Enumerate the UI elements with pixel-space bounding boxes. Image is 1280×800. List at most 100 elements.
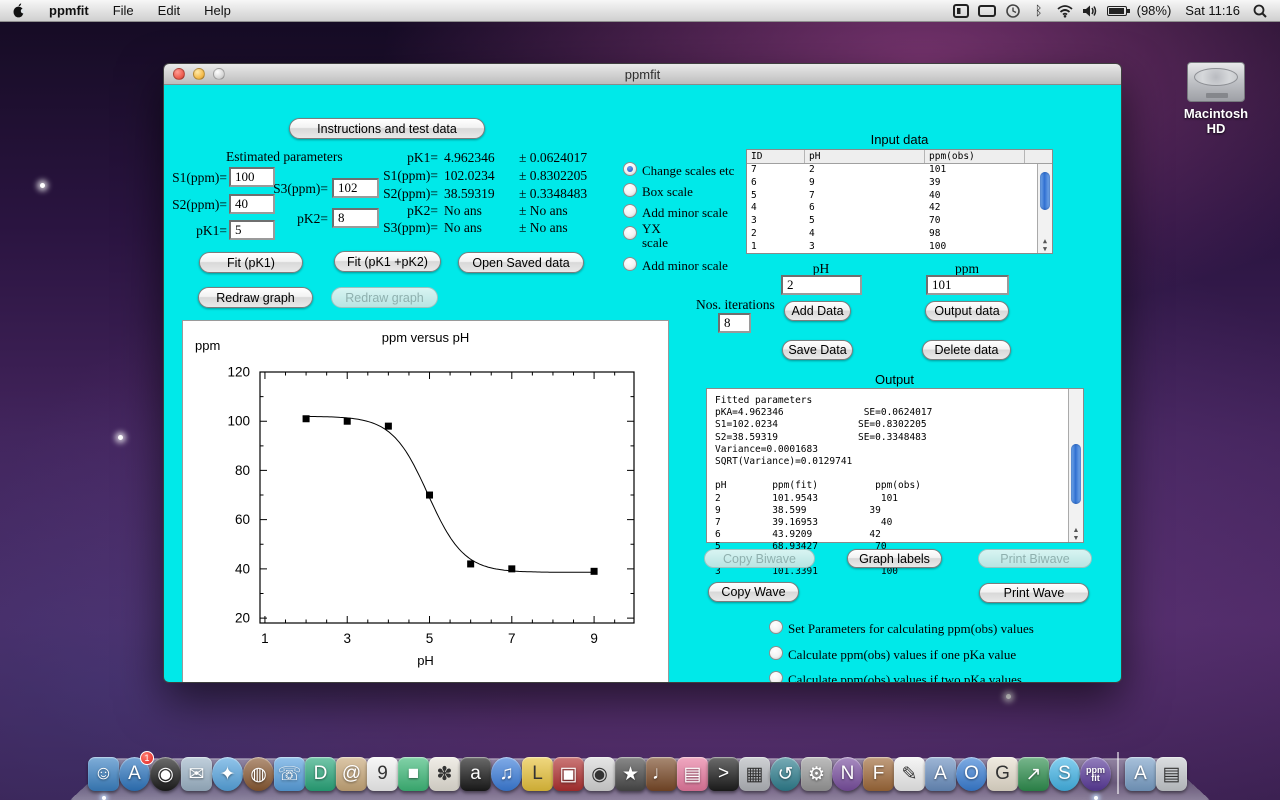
- table-cell: 1: [751, 240, 757, 252]
- radio-add-minor-scale-2-label: Add minor scale: [642, 258, 728, 273]
- table-row[interactable]: 3 5 70: [747, 215, 1052, 228]
- dock-collage-app-icon[interactable]: ▤: [677, 754, 708, 794]
- iterations-input[interactable]: [718, 313, 751, 333]
- fit-pk1-button[interactable]: Fit (pK1): [199, 252, 303, 273]
- dock-applications-folder-icon[interactable]: A: [1125, 754, 1156, 794]
- menu-edit[interactable]: Edit: [146, 0, 192, 22]
- table-scrollbar[interactable]: ▲ ▼: [1037, 164, 1052, 253]
- radio-calc-two-pka-label: Calculate ppm(obs) values if two pKa val…: [788, 672, 1022, 683]
- radio-change-scales[interactable]: [623, 162, 637, 176]
- time-machine-icon[interactable]: [1003, 2, 1023, 20]
- dock-grapher-app-icon[interactable]: ↗: [1018, 754, 1049, 794]
- ph-entry-input[interactable]: [781, 275, 862, 295]
- dock-ichat-icon[interactable]: ☏: [274, 754, 305, 794]
- radio-add-minor-scale-2[interactable]: [623, 257, 637, 271]
- table-cell: 40: [929, 189, 941, 201]
- output-data-button[interactable]: Output data: [925, 301, 1009, 321]
- table-row[interactable]: 4 6 42: [747, 202, 1052, 215]
- output-scroll-thumb[interactable]: [1071, 444, 1081, 504]
- dock-cube-app-icon[interactable]: ■: [398, 754, 429, 794]
- menu-help[interactable]: Help: [192, 0, 243, 22]
- estimated-parameters-heading: Estimated parameters: [226, 149, 343, 164]
- dock-terminal-icon[interactable]: >: [708, 754, 739, 794]
- menu-app-name[interactable]: ppmfit: [37, 0, 101, 22]
- radio-set-parameters[interactable]: [769, 620, 783, 634]
- output-scrollbar[interactable]: ▲ ▼: [1068, 389, 1083, 542]
- dock-dashboard-icon[interactable]: ◉: [150, 754, 181, 794]
- dock-address-book-icon[interactable]: @: [336, 754, 367, 794]
- open-saved-data-button[interactable]: Open Saved data: [458, 252, 584, 273]
- macintosh-hd-icon[interactable]: Macintosh HD: [1178, 62, 1254, 136]
- delete-data-button[interactable]: Delete data: [922, 340, 1011, 360]
- radio-calc-two-pka[interactable]: [769, 671, 783, 682]
- dock-openoffice-icon[interactable]: O: [956, 754, 987, 794]
- menu-file[interactable]: File: [101, 0, 146, 22]
- dock-itunes-icon[interactable]: ♫: [491, 754, 522, 794]
- table-row[interactable]: 2 4 98: [747, 228, 1052, 241]
- dock-iphoto-icon[interactable]: ✽: [429, 754, 460, 794]
- dock-blueprint-app-icon[interactable]: A: [925, 754, 956, 794]
- dock-d-app-icon[interactable]: D: [305, 754, 336, 794]
- output-box[interactable]: Fitted parameters pKA=4.962346 SE=0.0624…: [706, 388, 1084, 577]
- radio-calc-one-pka[interactable]: [769, 646, 783, 660]
- dock-logo-creator-icon[interactable]: L: [522, 754, 553, 794]
- volume-icon[interactable]: [1081, 2, 1101, 20]
- dock-imovie-icon[interactable]: ★: [615, 754, 646, 794]
- fitted-s1-label: S1(ppm)=: [383, 168, 438, 183]
- dock-ppmfit-app-icon[interactable]: ppm fit: [1080, 754, 1111, 800]
- print-biwave-button: Print Biwave: [978, 549, 1092, 568]
- table-row[interactable]: 7 2 101: [747, 164, 1052, 177]
- apple-icon: [13, 3, 25, 18]
- redraw-graph-button[interactable]: Redraw graph: [198, 287, 313, 308]
- dock-safari-icon[interactable]: ✦: [212, 754, 243, 794]
- dock-mail-icon[interactable]: ✉: [181, 754, 212, 794]
- dock-time-machine-icon[interactable]: ↺: [770, 754, 801, 794]
- input-data-table[interactable]: ID pH ppm(obs) 7 2 101 6 9 39 5 7 40 4 6 42 3 5 70 2 4 98…: [746, 149, 1053, 254]
- output-scroll-arrows[interactable]: ▲ ▼: [1069, 526, 1083, 542]
- display-icon[interactable]: [977, 2, 997, 20]
- dock-garageband-icon[interactable]: ♩: [646, 754, 677, 794]
- dock-system-preferences-icon[interactable]: ⚙: [801, 754, 832, 794]
- dock-image-capture-icon[interactable]: ▦: [739, 754, 770, 794]
- battery-icon[interactable]: [1106, 2, 1130, 20]
- instructions-button[interactable]: Instructions and test data: [289, 118, 485, 139]
- copy-wave-button[interactable]: Copy Wave: [708, 582, 799, 602]
- dock-nvu-icon[interactable]: N: [832, 754, 863, 794]
- dock-gimp-icon[interactable]: G: [987, 754, 1018, 794]
- wifi-icon[interactable]: [1055, 2, 1075, 20]
- dock-skype-icon[interactable]: S: [1049, 754, 1080, 794]
- bluetooth-icon[interactable]: ᛒ: [1029, 2, 1049, 20]
- apple-menu[interactable]: [0, 0, 37, 22]
- add-data-button[interactable]: Add Data: [784, 301, 851, 321]
- print-wave-button[interactable]: Print Wave: [979, 583, 1089, 603]
- table-row[interactable]: 5 7 40: [747, 190, 1052, 203]
- dock-finder-icon[interactable]: ☺: [88, 754, 119, 800]
- window-titlebar[interactable]: ppmfit: [164, 64, 1121, 85]
- save-data-button[interactable]: Save Data: [782, 340, 853, 360]
- dock-trash-icon[interactable]: ▤: [1156, 754, 1187, 794]
- spotlight-icon[interactable]: [1250, 2, 1270, 20]
- radio-box-scale[interactable]: [623, 183, 637, 197]
- table-scroll-arrows[interactable]: ▲ ▼: [1038, 237, 1052, 253]
- hard-drive-label: Macintosh HD: [1183, 106, 1249, 136]
- dock-amazon-kindle-icon[interactable]: a: [460, 754, 491, 794]
- dock-textedit-icon[interactable]: ✎: [894, 754, 925, 794]
- fit-pk1-pk2-button[interactable]: Fit (pK1 +pK2): [334, 251, 441, 272]
- graph-labels-button[interactable]: Graph labels: [847, 549, 942, 568]
- dock-fetch-icon[interactable]: F: [863, 754, 894, 794]
- menu-clock[interactable]: Sat 11:16: [1181, 3, 1244, 18]
- table-cell: 4: [751, 202, 757, 214]
- table-row[interactable]: 6 9 39: [747, 177, 1052, 190]
- table-scroll-thumb[interactable]: [1040, 172, 1050, 210]
- input-source-icon[interactable]: [951, 2, 971, 20]
- table-row[interactable]: 1 3 100: [747, 241, 1052, 254]
- dock-ical-icon[interactable]: 9: [367, 754, 398, 794]
- dock-photo-booth-icon[interactable]: ▣: [553, 754, 584, 794]
- skype-glyph: S: [1049, 757, 1080, 791]
- dock-app-store-icon[interactable]: A1: [119, 751, 154, 794]
- radio-yx-scale[interactable]: [623, 226, 637, 240]
- dock-widget-app-icon[interactable]: ◍: [243, 754, 274, 794]
- ppm-entry-input[interactable]: [926, 275, 1009, 295]
- radio-add-minor-scale-1[interactable]: [623, 204, 637, 218]
- dock-camera-app-icon[interactable]: ◉: [584, 754, 615, 794]
